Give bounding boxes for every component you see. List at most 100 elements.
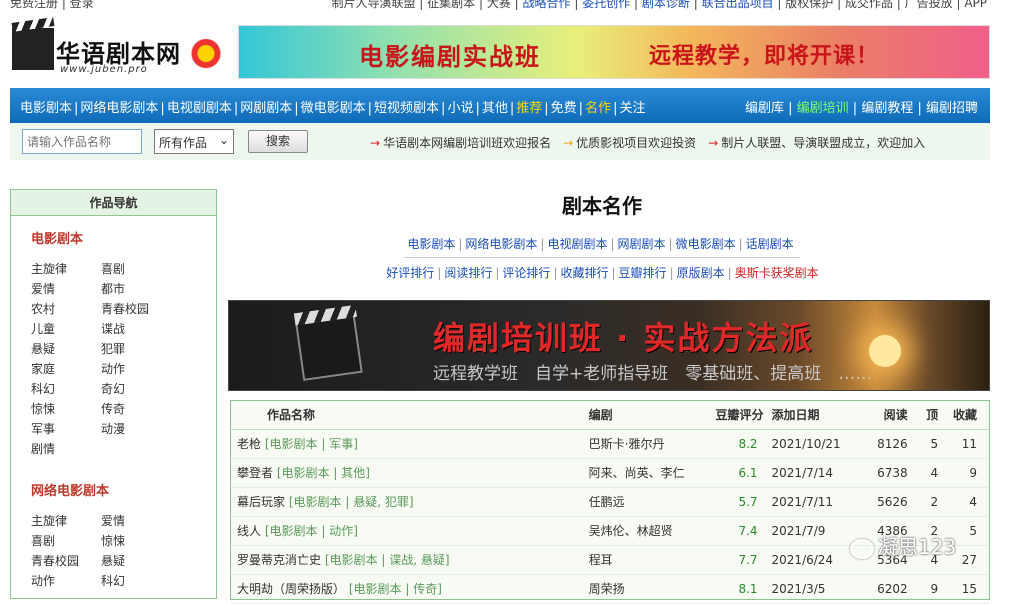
sidebar-category-link[interactable]: 儿童 [31, 320, 101, 340]
script-tag[interactable]: [电影剧本 | 谍战, 悬疑] [325, 553, 450, 567]
nav-item[interactable]: 关注 [619, 101, 645, 116]
table-row[interactable]: 大明劫（周荣扬版） [电影剧本 | 传奇] 周荣扬 8.1 2021/3/5 6202 9… [231, 574, 989, 604]
notice-item[interactable]: → 华语剧本网编剧培训班欢迎报名 [370, 136, 551, 150]
sidebar-category-link[interactable]: 惊悚 [31, 400, 101, 420]
nav-right-item[interactable]: 编剧教程 [861, 101, 913, 116]
script-title-link[interactable]: 罗曼蒂克消亡史 [237, 553, 321, 567]
category-link[interactable]: 微电影剧本 [676, 237, 736, 251]
category-link[interactable]: 收藏排行 [560, 266, 608, 280]
score-cell: 8.1 [690, 574, 772, 604]
nav-item[interactable]: 推荐 [516, 101, 542, 116]
notice-item[interactable]: → 优质影视项目欢迎投资 [563, 136, 696, 150]
sidebar-category-link[interactable]: 悬疑 [101, 552, 171, 572]
script-title-link[interactable]: 幕后玩家 [237, 495, 285, 509]
category-link[interactable]: 话剧剧本 [746, 237, 794, 251]
arrow-icon: → [370, 136, 381, 150]
sidebar-category-link[interactable]: 青春校园 [31, 552, 101, 572]
notice-item[interactable]: → 制片人联盟、导演联盟成立，欢迎加入 [708, 136, 925, 150]
top-link[interactable]: 剧本诊断 [642, 0, 690, 10]
top-link[interactable]: 版权保护 [785, 0, 833, 10]
sidebar-section-title[interactable]: 网络电影剧本 [31, 480, 109, 499]
up-cell: 9 [907, 574, 939, 604]
sidebar-category-link[interactable]: 动作 [31, 572, 101, 592]
sidebar-category-link[interactable]: 科幻 [101, 572, 171, 592]
nav-item[interactable]: 短视频剧本 [374, 101, 439, 116]
top-link[interactable]: 成交作品 [845, 0, 893, 10]
sidebar-category-link[interactable]: 奇幻 [101, 380, 171, 400]
reads-cell: 6202 [867, 574, 908, 604]
sidebar-category-link[interactable]: 动漫 [101, 420, 171, 440]
top-link[interactable]: 广告投放 [905, 0, 953, 10]
script-tag[interactable]: [电影剧本 | 悬疑, 犯罪] [289, 495, 414, 509]
table-row[interactable]: 幕后玩家 [电影剧本 | 悬疑, 犯罪] 任鹏远 5.7 2021/7/11 5626 2… [231, 487, 989, 517]
top-link[interactable]: 大赛 [487, 0, 511, 10]
nav-item[interactable]: 其他 [482, 101, 508, 116]
category-link[interactable]: 原版剧本 [677, 266, 725, 280]
sidebar-category-link[interactable]: 农村 [31, 300, 101, 320]
sidebar-category-link[interactable]: 军事 [31, 420, 101, 440]
sidebar-category-link[interactable]: 青春校园 [101, 300, 171, 320]
category-link[interactable]: 好评排行 [386, 266, 434, 280]
ranking-links: 好评排行 | 阅读排行 | 评论排行 | 收藏排行 | 豆瓣排行 | 原版剧本 | 奥斯卡获奖剧本 [0, 264, 1021, 281]
category-link[interactable]: 电影剧本 [407, 237, 455, 251]
category-link[interactable]: 电视剧剧本 [547, 237, 607, 251]
nav-right-item[interactable]: 编剧库 [745, 101, 784, 116]
category-select[interactable]: 所有作品 ⌄ [154, 129, 234, 154]
sidebar-category-link[interactable]: 科幻 [31, 380, 101, 400]
sidebar-category-link[interactable]: 主旋律 [31, 512, 101, 532]
nav-right-item[interactable]: 编剧培训 [797, 101, 849, 116]
top-link[interactable]: 制片人导演联盟 [331, 0, 415, 10]
nav-item[interactable]: 网络电影剧本 [80, 101, 158, 116]
top-link[interactable]: 联合出品项目 [702, 0, 774, 10]
script-tag[interactable]: [电影剧本 | 动作] [265, 524, 358, 538]
search-button[interactable]: 搜索 [248, 130, 308, 153]
nav-right-item[interactable]: 编剧招聘 [926, 101, 978, 116]
category-links: 电影剧本 | 网络电影剧本 | 电视剧剧本 | 网剧剧本 | 微电影剧本 | 话剧剧本 [0, 235, 1021, 252]
sidebar-category-link[interactable]: 家庭 [31, 360, 101, 380]
sidebar-category-link[interactable]: 喜剧 [31, 532, 101, 552]
training-banner[interactable]: 编剧培训班 · 实战方法派 远程教学班 自学+老师指导班 零基础班、提高班 …… [228, 300, 990, 391]
script-title-link[interactable]: 老枪 [237, 437, 261, 451]
table-row[interactable]: 老枪 [电影剧本 | 军事] 巴斯卡·雅尔丹 8.2 2021/10/21 8126 5 1… [231, 429, 989, 459]
separator: | [415, 0, 428, 10]
nav-item[interactable]: 网剧剧本 [240, 101, 292, 116]
top-banner[interactable]: 电影编剧实战班 远程教学，即将开课！ [238, 25, 990, 79]
divider [404, 257, 800, 258]
sidebar-category-link[interactable]: 剧情 [31, 440, 101, 460]
search-input[interactable] [22, 129, 142, 154]
nav-item[interactable]: 电影剧本 [20, 101, 72, 116]
nav-item[interactable]: 名作 [585, 101, 611, 116]
nav-item[interactable]: 电视剧剧本 [167, 101, 232, 116]
top-link[interactable]: 委托创作 [582, 0, 630, 10]
sidebar-category-link[interactable]: 爱情 [31, 280, 101, 300]
table-row[interactable]: 攀登者 [电影剧本 | 其他] 阿来、尚英、李仁 6.1 2021/7/14 6738 4… [231, 458, 989, 488]
site-logo[interactable]: 华语剧本网 www.juben.pro [10, 22, 230, 80]
script-tag[interactable]: [电影剧本 | 其他] [277, 466, 370, 480]
nav-item[interactable]: 小说 [447, 101, 473, 116]
top-link[interactable]: 战略合作 [523, 0, 571, 10]
script-title-link[interactable]: 攀登者 [237, 466, 273, 480]
category-link[interactable]: 评论排行 [502, 266, 550, 280]
nav-item[interactable]: 微电影剧本 [301, 101, 366, 116]
nav-item[interactable]: 免费 [551, 101, 577, 116]
top-bar: 免费注册 | 登录 制片人导演联盟 | 征集剧本 | 大赛 | 战略合作 | 委… [0, 0, 1021, 12]
script-title-link[interactable]: 线人 [237, 524, 261, 538]
category-link[interactable]: 网剧剧本 [618, 237, 666, 251]
category-link[interactable]: 阅读排行 [444, 266, 492, 280]
category-link[interactable]: 奥斯卡获奖剧本 [735, 266, 819, 280]
top-link[interactable]: APP [964, 0, 987, 10]
sidebar-category-link[interactable]: 谍战 [101, 320, 171, 340]
top-link[interactable]: 征集剧本 [427, 0, 475, 10]
category-link[interactable]: 豆瓣排行 [619, 266, 667, 280]
sidebar-category-link[interactable]: 爱情 [101, 512, 171, 532]
login-links[interactable]: 免费注册 | 登录 [10, 0, 94, 11]
sidebar-category-link[interactable]: 传奇 [101, 400, 171, 420]
sidebar-category-link[interactable]: 悬疑 [31, 340, 101, 360]
category-link[interactable]: 网络电影剧本 [465, 237, 537, 251]
sidebar-category-link[interactable]: 犯罪 [101, 340, 171, 360]
sidebar-category-link[interactable]: 动作 [101, 360, 171, 380]
sidebar-category-link[interactable]: 都市 [101, 280, 171, 300]
script-tag[interactable]: [电影剧本 | 军事] [265, 437, 358, 451]
sidebar-category-link[interactable]: 惊悚 [101, 532, 171, 552]
watermark: 凝思123 [850, 531, 956, 560]
